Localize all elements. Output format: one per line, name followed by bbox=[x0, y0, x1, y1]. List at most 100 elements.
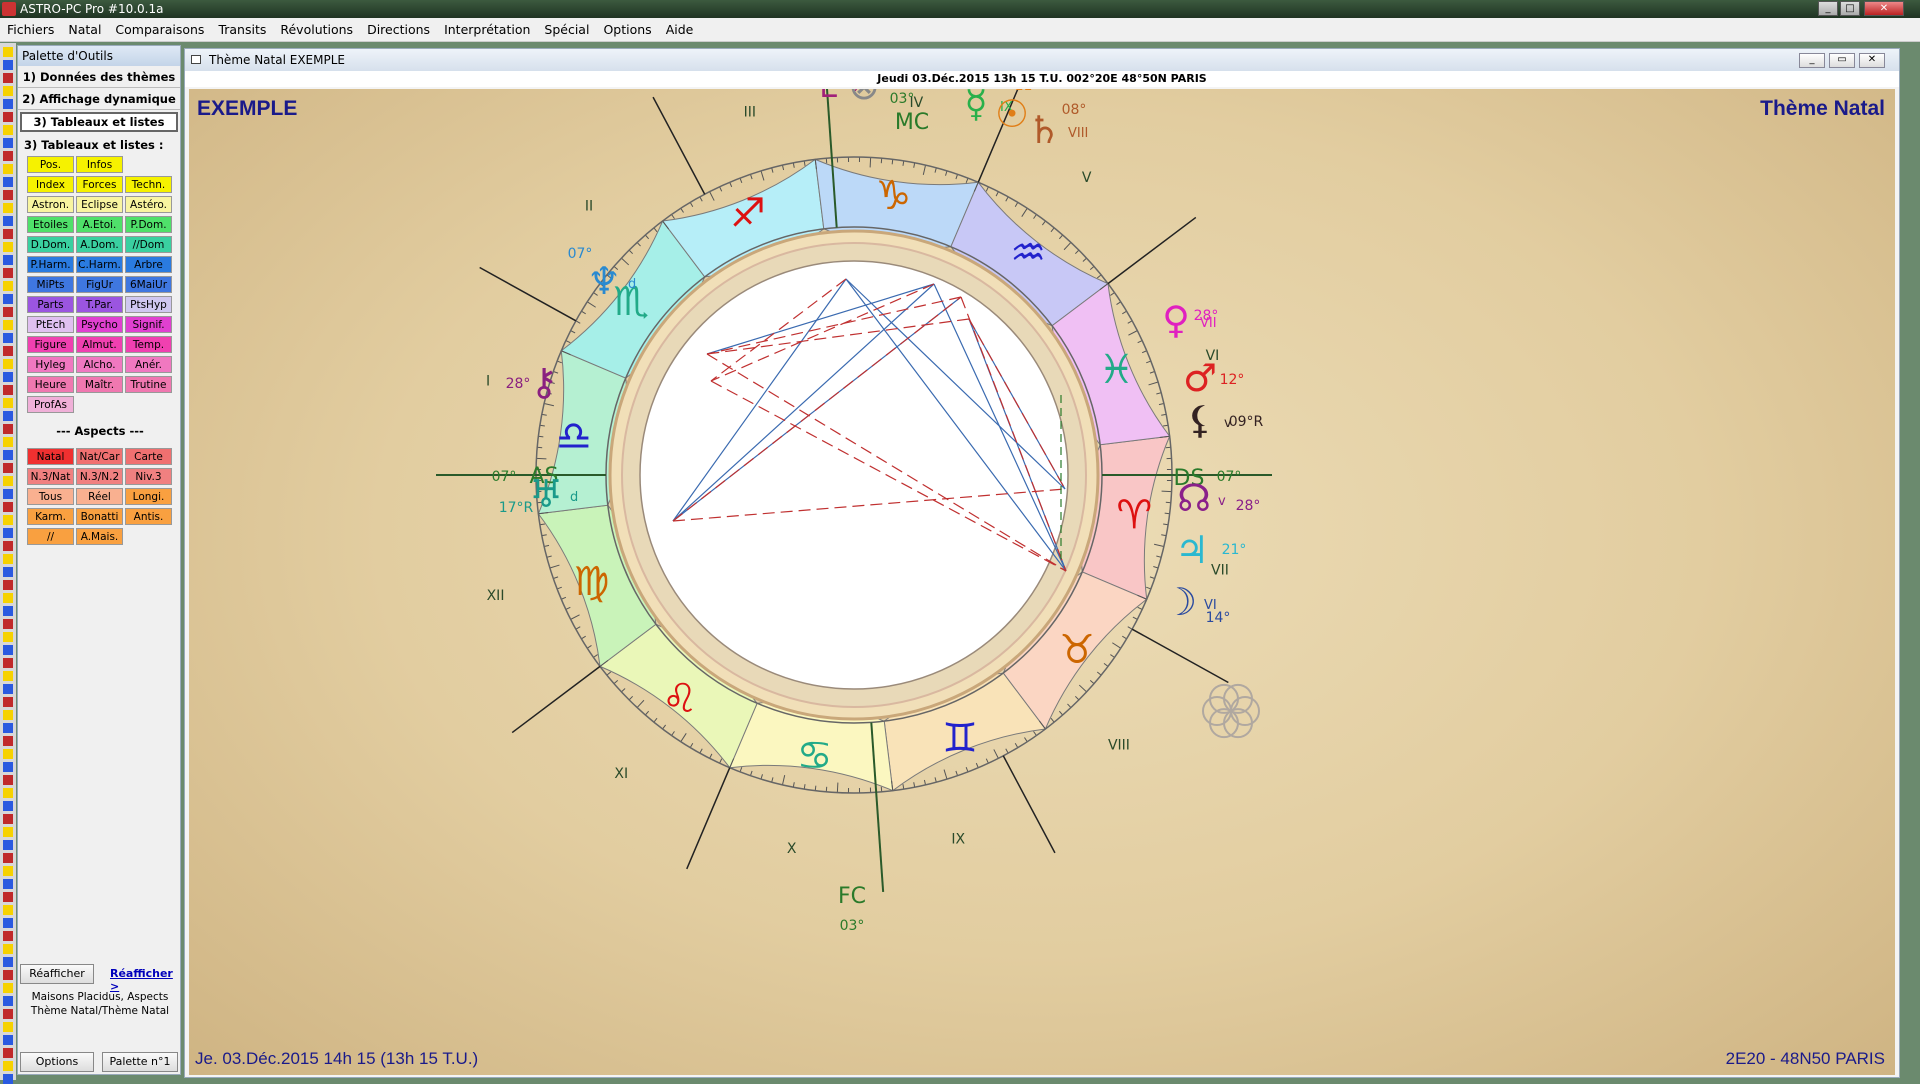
strip-tool-icon[interactable] bbox=[3, 580, 13, 590]
palette-button-a-dom[interactable]: A.Dom. bbox=[76, 236, 123, 253]
strip-tool-icon[interactable] bbox=[3, 866, 13, 876]
strip-tool-icon[interactable] bbox=[3, 970, 13, 980]
menu-aide[interactable]: Aide bbox=[659, 18, 701, 42]
strip-tool-icon[interactable] bbox=[3, 294, 13, 304]
strip-tool-icon[interactable] bbox=[3, 437, 13, 447]
menu-special[interactable]: Spécial bbox=[537, 18, 596, 42]
palette-button-[interactable]: // bbox=[27, 528, 74, 545]
palette-button-techn[interactable]: Techn. bbox=[125, 176, 172, 193]
strip-tool-icon[interactable] bbox=[3, 411, 13, 421]
strip-tool-icon[interactable] bbox=[3, 1061, 13, 1071]
strip-tool-icon[interactable] bbox=[3, 86, 13, 96]
strip-tool-icon[interactable] bbox=[3, 788, 13, 798]
strip-tool-icon[interactable] bbox=[3, 229, 13, 239]
minimize-button[interactable]: _ bbox=[1818, 1, 1838, 16]
palette-button-antis[interactable]: Antis. bbox=[125, 508, 172, 525]
palette-button-signif[interactable]: Signif. bbox=[125, 316, 172, 333]
palette-button-index[interactable]: Index bbox=[27, 176, 74, 193]
menu-directions[interactable]: Directions bbox=[360, 18, 437, 42]
palette-button-infos[interactable]: Infos bbox=[76, 156, 123, 173]
strip-tool-icon[interactable] bbox=[3, 372, 13, 382]
options-button[interactable]: Options bbox=[20, 1052, 94, 1072]
strip-tool-icon[interactable] bbox=[3, 1035, 13, 1045]
child-minimize-button[interactable]: _ bbox=[1799, 53, 1825, 68]
palette-button-n-3-nat[interactable]: N.3/Nat bbox=[27, 468, 74, 485]
child-restore-button[interactable]: ▭ bbox=[1829, 53, 1855, 68]
strip-tool-icon[interactable] bbox=[3, 99, 13, 109]
palette-button-arbre[interactable]: Arbre bbox=[125, 256, 172, 273]
strip-tool-icon[interactable] bbox=[3, 307, 13, 317]
palette-button-ptshyp[interactable]: PtsHyp bbox=[125, 296, 172, 313]
palette-button-n-3-n-2[interactable]: N.3/N.2 bbox=[76, 468, 123, 485]
strip-tool-icon[interactable] bbox=[3, 671, 13, 681]
strip-tool-icon[interactable] bbox=[3, 346, 13, 356]
menu-options[interactable]: Options bbox=[596, 18, 658, 42]
strip-tool-icon[interactable] bbox=[3, 424, 13, 434]
palette-button-r-el[interactable]: Réel bbox=[76, 488, 123, 505]
palette-button-alcho[interactable]: Alcho. bbox=[76, 356, 123, 373]
palette-button-niv-3[interactable]: Niv.3 bbox=[125, 468, 172, 485]
section-donnees[interactable]: 1) Données des thèmes bbox=[18, 66, 180, 88]
strip-tool-icon[interactable] bbox=[3, 359, 13, 369]
palette-button-almut[interactable]: Almut. bbox=[76, 336, 123, 353]
strip-tool-icon[interactable] bbox=[3, 775, 13, 785]
strip-tool-icon[interactable] bbox=[3, 957, 13, 967]
strip-tool-icon[interactable] bbox=[3, 450, 13, 460]
strip-tool-icon[interactable] bbox=[3, 60, 13, 70]
palette-button-profas[interactable]: ProfAs bbox=[27, 396, 74, 413]
strip-tool-icon[interactable] bbox=[3, 463, 13, 473]
palette-button-parts[interactable]: Parts bbox=[27, 296, 74, 313]
strip-tool-icon[interactable] bbox=[3, 944, 13, 954]
strip-tool-icon[interactable] bbox=[3, 619, 13, 629]
strip-tool-icon[interactable] bbox=[3, 554, 13, 564]
palette-button-t-par[interactable]: T.Par. bbox=[76, 296, 123, 313]
palette-button-figure[interactable]: Figure bbox=[27, 336, 74, 353]
strip-tool-icon[interactable] bbox=[3, 476, 13, 486]
strip-tool-icon[interactable] bbox=[3, 333, 13, 343]
strip-tool-icon[interactable] bbox=[3, 216, 13, 226]
palette-button-ma-tr[interactable]: Maîtr. bbox=[76, 376, 123, 393]
strip-tool-icon[interactable] bbox=[3, 684, 13, 694]
strip-tool-icon[interactable] bbox=[3, 502, 13, 512]
palette-button-forces[interactable]: Forces bbox=[76, 176, 123, 193]
palette-button-an-r[interactable]: Anér. bbox=[125, 356, 172, 373]
palette-button-ast-ro[interactable]: Astéro. bbox=[125, 196, 172, 213]
palette-button-trutine[interactable]: Trutine bbox=[125, 376, 172, 393]
strip-tool-icon[interactable] bbox=[3, 983, 13, 993]
menu-revolutions[interactable]: Révolutions bbox=[273, 18, 360, 42]
strip-tool-icon[interactable] bbox=[3, 853, 13, 863]
palette-button-karm[interactable]: Karm. bbox=[27, 508, 74, 525]
palette-button-pos[interactable]: Pos. bbox=[27, 156, 74, 173]
strip-tool-icon[interactable] bbox=[3, 112, 13, 122]
strip-tool-icon[interactable] bbox=[3, 931, 13, 941]
strip-tool-icon[interactable] bbox=[3, 255, 13, 265]
strip-tool-icon[interactable] bbox=[3, 489, 13, 499]
palette-button-longi[interactable]: Longi. bbox=[125, 488, 172, 505]
strip-tool-icon[interactable] bbox=[3, 827, 13, 837]
strip-tool-icon[interactable] bbox=[3, 658, 13, 668]
refresh-button[interactable]: Réafficher bbox=[20, 964, 94, 984]
strip-tool-icon[interactable] bbox=[3, 762, 13, 772]
strip-tool-icon[interactable] bbox=[3, 697, 13, 707]
strip-tool-icon[interactable] bbox=[3, 1048, 13, 1058]
palette-button-bonatti[interactable]: Bonatti bbox=[76, 508, 123, 525]
strip-tool-icon[interactable] bbox=[3, 242, 13, 252]
strip-tool-icon[interactable] bbox=[3, 736, 13, 746]
palette-button-figur[interactable]: FigUr bbox=[76, 276, 123, 293]
strip-tool-icon[interactable] bbox=[3, 385, 13, 395]
strip-tool-icon[interactable] bbox=[3, 710, 13, 720]
strip-tool-icon[interactable] bbox=[3, 801, 13, 811]
strip-tool-icon[interactable] bbox=[3, 1009, 13, 1019]
menu-transits[interactable]: Transits bbox=[211, 18, 273, 42]
strip-tool-icon[interactable] bbox=[3, 879, 13, 889]
strip-tool-icon[interactable] bbox=[3, 190, 13, 200]
chart-canvas[interactable]: EXEMPLE Thème Natal Je. 03.Déc.2015 14h … bbox=[189, 89, 1895, 1075]
strip-tool-icon[interactable] bbox=[3, 814, 13, 824]
strip-tool-icon[interactable] bbox=[3, 1074, 13, 1084]
menu-natal[interactable]: Natal bbox=[61, 18, 108, 42]
palette-button-heure[interactable]: Heure bbox=[27, 376, 74, 393]
strip-tool-icon[interactable] bbox=[3, 593, 13, 603]
menu-comparaisons[interactable]: Comparaisons bbox=[108, 18, 211, 42]
palette-number-button[interactable]: Palette n°1 bbox=[102, 1052, 178, 1072]
palette-button-mipts[interactable]: MiPts bbox=[27, 276, 74, 293]
